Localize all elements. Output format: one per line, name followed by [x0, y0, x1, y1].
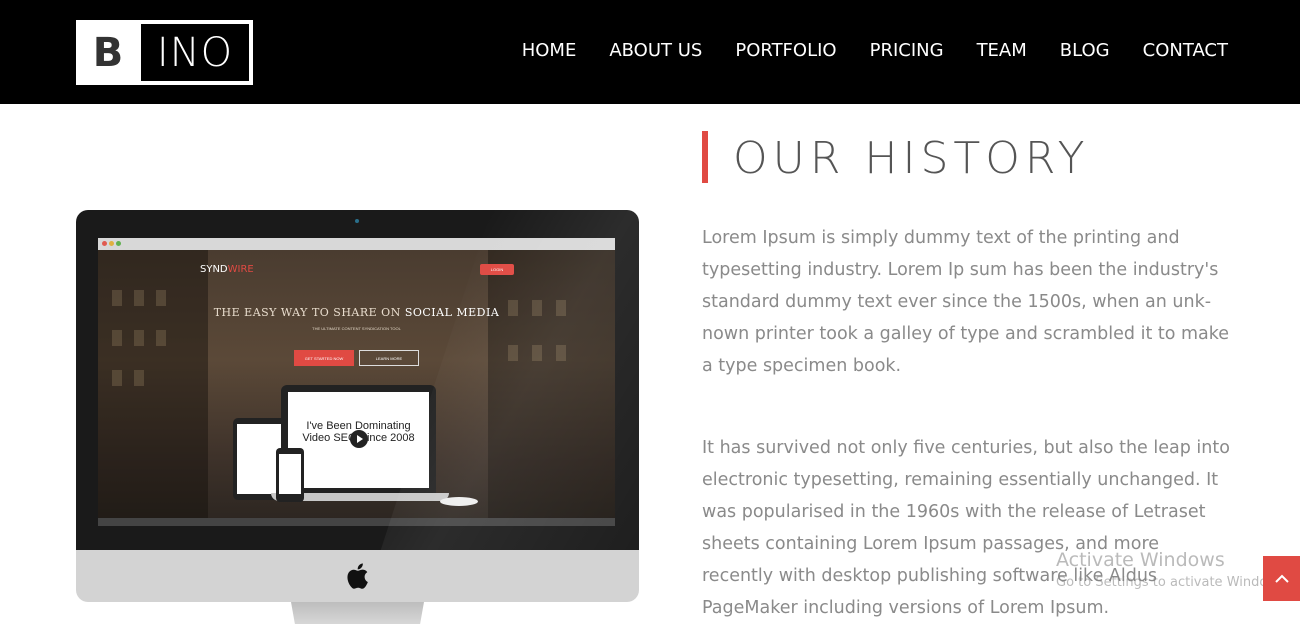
mockup-cta-primary: GET STARTED NOW [294, 350, 354, 366]
nav-about-us[interactable]: ABOUT US [609, 40, 702, 61]
play-icon [350, 430, 368, 448]
watermark-title: Activate Windows [1056, 549, 1225, 571]
history-paragraph-1: Lorem Ipsum is simply dummy text of the … [702, 228, 1230, 376]
imac-screen: SYNDWIRE LOGIN THE EASY WAY TO SHARE ON … [76, 210, 639, 550]
site-header: B INO HOME ABOUT US PORTFOLIO PRICING TE… [0, 0, 1300, 104]
watermark-subtitle: Go to Settings to activate Windows. [1056, 575, 1289, 590]
imac-chin [76, 550, 639, 602]
nav-contact[interactable]: CONTACT [1143, 40, 1228, 61]
mockup-brand: SYNDWIRE [200, 264, 254, 275]
site-logo[interactable]: B INO [76, 20, 253, 85]
apple-icon [347, 563, 368, 589]
mockup-cta-secondary: LEARN MORE [359, 350, 419, 366]
phone-device [276, 448, 304, 502]
scroll-top-button[interactable] [1263, 556, 1300, 601]
chevron-up-icon [1274, 574, 1289, 583]
logo-letter: B [92, 29, 124, 76]
camera-dot [355, 219, 359, 223]
nav-team[interactable]: TEAM [977, 40, 1027, 61]
main-nav: HOME ABOUT US PORTFOLIO PRICING TEAM BLO… [489, 40, 1228, 61]
section-title: OUR HISTORY [733, 133, 1090, 184]
nav-blog[interactable]: BLOG [1060, 40, 1110, 61]
nav-pricing[interactable]: PRICING [870, 40, 944, 61]
history-paragraph-2: It has survived not only five centuries,… [702, 438, 1230, 618]
logo-wordmark: INO [141, 24, 249, 81]
nav-home[interactable]: HOME [522, 40, 577, 61]
nav-portfolio[interactable]: PORTFOLIO [735, 40, 836, 61]
accent-bar [702, 131, 708, 183]
imac-stand [291, 602, 424, 624]
